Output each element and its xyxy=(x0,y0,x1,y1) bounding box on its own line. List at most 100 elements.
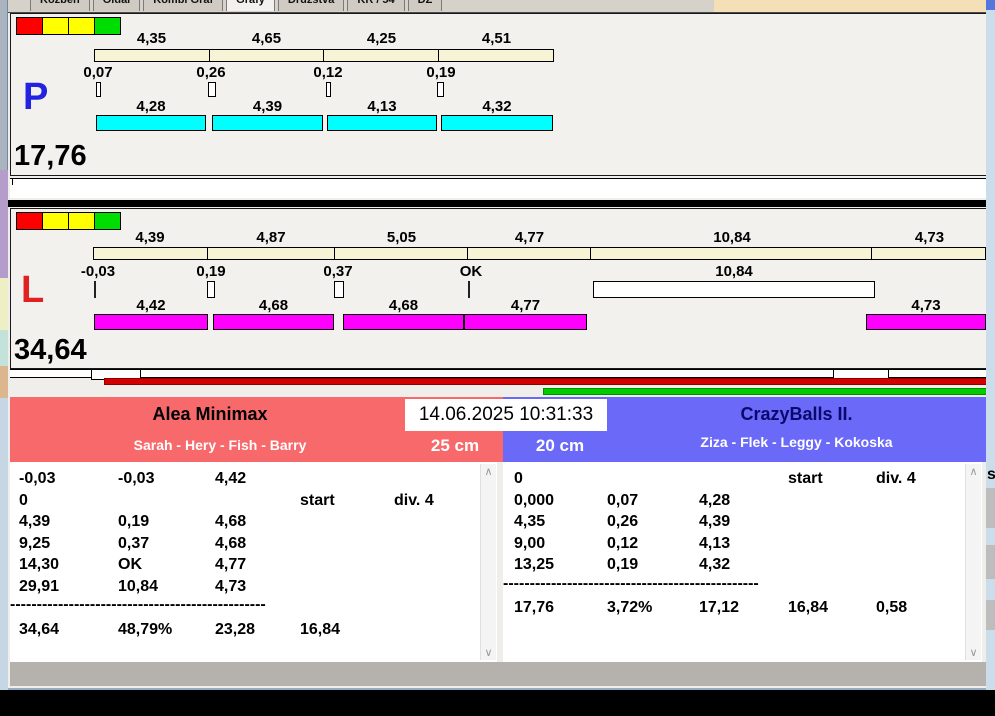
score-cell: 0,37 xyxy=(118,534,150,552)
bar-segment xyxy=(335,248,469,259)
score-cell: start xyxy=(300,491,335,509)
tab-d-[interactable]: DŽ xyxy=(407,0,443,11)
indicator-light xyxy=(42,212,69,230)
score-row: -0,03 -0,03 4,42 xyxy=(10,470,479,491)
chevron-up-icon[interactable]: ∧ xyxy=(481,465,496,478)
score-cell: div. 4 xyxy=(394,491,434,509)
score-row: 9,25 0,37 4,68 xyxy=(10,535,479,556)
segment-value: 4,51 xyxy=(481,30,512,47)
team-right-title: CrazyBalls II. xyxy=(740,404,853,424)
measure-bar xyxy=(212,115,323,131)
segment-value: 4,35 xyxy=(136,30,167,47)
team-right-distance: 20 cm xyxy=(535,436,585,455)
score-cell: 3,72% xyxy=(607,599,653,616)
scrollbar-left[interactable]: ∧ ∨ xyxy=(480,464,496,660)
bar-segment xyxy=(872,248,985,259)
segmented-measure-bar xyxy=(94,49,554,62)
tab-k-zben[interactable]: Közben xyxy=(30,0,90,11)
score-cell: 4,68 xyxy=(215,513,247,530)
score-row: 0,000 0,07 4,28 xyxy=(503,492,964,513)
score-cell: 4,39 xyxy=(699,513,731,530)
bottom-value: 4,77 xyxy=(510,297,541,314)
score-cell: 17,12 xyxy=(699,599,740,616)
segmented-measure-bar xyxy=(93,247,986,260)
bottom-value: 4,73 xyxy=(911,297,941,314)
score-cell: 0,07 xyxy=(607,491,639,509)
score-cell: 0,000 xyxy=(514,491,555,509)
desktop-black-area xyxy=(0,690,995,716)
bar-segment xyxy=(210,50,324,61)
measure-bar xyxy=(441,115,553,131)
bar-segment xyxy=(591,248,873,259)
screen: Közben Oldal Kombi Graf Gráfy Družstvá KR / 5… xyxy=(0,0,995,716)
score-row: 17,76 3,72% 17,12 16,84 0,58 xyxy=(503,599,964,620)
green-progress-bar xyxy=(543,388,988,395)
left-edge-color-5 xyxy=(0,398,8,690)
red-progress-bar xyxy=(104,378,988,385)
measure-bar xyxy=(327,115,437,131)
measure-bar xyxy=(96,115,206,131)
bottom-value: 4,68 xyxy=(258,297,289,314)
chevron-down-icon[interactable]: ∨ xyxy=(966,646,981,659)
team-left-distance: 25 cm xyxy=(430,436,480,455)
bottom-value: 4,32 xyxy=(482,98,512,115)
track-mark xyxy=(12,179,13,185)
team-left-players: Sarah - Hery - Fish - Barry xyxy=(133,437,307,453)
panel-p-total: 17,76 xyxy=(14,140,87,172)
panel-divider xyxy=(8,200,988,207)
score-cell: 14,30 xyxy=(19,556,60,573)
panel-l-total: 34,64 xyxy=(14,334,87,366)
tick-marker xyxy=(437,82,444,97)
chevron-down-icon[interactable]: ∨ xyxy=(481,646,496,659)
score-cell: -0,03 xyxy=(118,470,155,487)
scrollbar-right[interactable]: ∧ ∨ xyxy=(965,464,981,660)
mid-value: 0,19 xyxy=(426,64,456,81)
status-strip xyxy=(10,662,986,686)
score-cell: div. 4 xyxy=(876,470,916,487)
bar-segment xyxy=(439,50,554,61)
score-cell: 23,28 xyxy=(215,620,256,638)
score-cell: 16,84 xyxy=(300,620,341,638)
tab-kr-54[interactable]: KR / 54 xyxy=(347,0,405,11)
measure-bar xyxy=(94,314,208,330)
background-window-strip xyxy=(714,0,986,12)
left-edge-color-1 xyxy=(0,170,8,278)
chevron-up-icon[interactable]: ∧ xyxy=(966,465,981,478)
slider-track[interactable] xyxy=(10,369,986,380)
indicator-lights-l xyxy=(16,212,121,230)
tab-dru-stv-[interactable]: Družstvá xyxy=(277,0,345,11)
score-cell: 9,00 xyxy=(514,534,546,552)
panel-l: L 34,64 4,39 4,87 5,05 4,77 10,84 4,73 -0,03 0,… xyxy=(10,208,987,369)
score-list-right[interactable]: 0 start div. 4 0,000 0,07 4,28 4,35 0,26 4,39 9,0… xyxy=(503,462,982,662)
score-cell: 4,39 xyxy=(19,513,51,530)
indicator-light xyxy=(94,17,121,35)
indicator-light xyxy=(42,17,69,35)
bottom-value: 4,39 xyxy=(252,98,283,115)
measure-bar xyxy=(464,314,587,330)
tab-gr-fy[interactable]: Gráfy xyxy=(226,0,275,11)
tab-oldal[interactable]: Oldal xyxy=(92,0,141,11)
sliver-block xyxy=(986,600,995,630)
segment-value: 4,25 xyxy=(366,30,397,47)
bottom-value: 4,68 xyxy=(388,297,419,314)
score-cell: 48,79% xyxy=(118,620,173,638)
left-edge-color-3 xyxy=(0,330,8,366)
tab-kombi-graf[interactable]: Kombi Graf xyxy=(143,0,224,11)
score-cell: 34,64 xyxy=(19,620,60,638)
score-row: 14,30 OK 4,77 xyxy=(10,556,479,577)
score-cell: 4,42 xyxy=(215,470,247,487)
segment-value: 5,05 xyxy=(386,229,417,246)
score-cell: 0,58 xyxy=(876,599,908,616)
score-list-left[interactable]: -0,03 -0,03 4,42 0 start div. 4 4,39 0,19 4,68 9,… xyxy=(10,462,497,662)
score-cell: 13,25 xyxy=(514,556,555,573)
tick-marker xyxy=(334,281,344,298)
indicator-light xyxy=(16,17,43,35)
left-edge-scrollbar xyxy=(0,0,8,170)
bar-segment xyxy=(468,248,591,259)
score-cell: 0,12 xyxy=(607,534,639,552)
left-edge-color-4 xyxy=(0,366,8,398)
mid-value: 0,12 xyxy=(313,64,343,81)
bar-segment xyxy=(208,248,336,259)
dashed-divider: ----------------------------------------… xyxy=(503,574,759,592)
mid-value: 0,26 xyxy=(196,64,226,81)
